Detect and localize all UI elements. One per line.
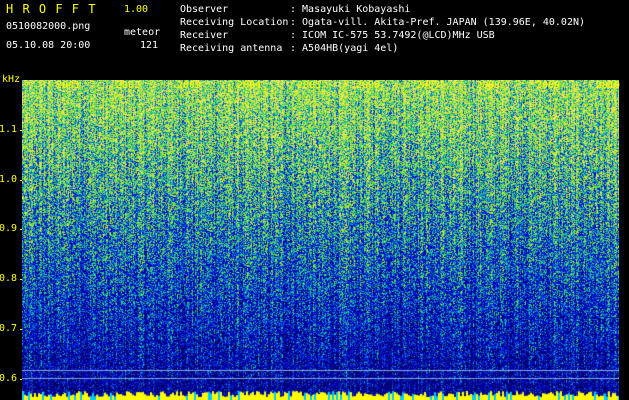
antenna-label: Receiving antenna [180, 43, 283, 54]
app-title: H R O F F T [6, 2, 97, 16]
meteor-count: 121 [140, 40, 159, 51]
x-year-label: 2008 [476, 80, 501, 91]
x-year-label: 2002 [116, 80, 141, 91]
y-tick-label: 0.7 [0, 323, 17, 334]
y-unit-label: kHz [2, 74, 21, 85]
x-year-label: 2004 [237, 80, 262, 91]
antenna-value: : A504HB(yagi 4el) [290, 43, 399, 54]
x-year-label: 2003 [177, 80, 202, 91]
observer-label: Observer [180, 4, 229, 15]
receiver-label: Receiver [180, 30, 229, 41]
location-label: Receiving Location [180, 17, 289, 28]
receiver-value: : ICOM IC-575 53.7492(@LCD)MHz USB [290, 30, 495, 41]
location-value: : Ogata-vill. Akita-Pref. JAPAN (139.96E… [290, 17, 586, 28]
y-tick-label: 1.0 [0, 174, 17, 185]
x-year-label: 2006 [356, 80, 381, 91]
x-year-label: 2009 [536, 80, 561, 91]
observer-value: : Masayuki Kobayashi [290, 4, 411, 15]
y-tick-label: 0.9 [0, 223, 17, 234]
datetime-label: 05.10.08 20:00 [6, 40, 91, 51]
y-tick-label: 0.6 [0, 373, 17, 384]
x-year-label: 2010 [596, 80, 621, 91]
x-year-label: 2001 [56, 80, 81, 91]
x-year-label: 2007 [416, 80, 441, 91]
waterfall-spectrogram [22, 80, 619, 400]
filename-label: 0510082000.png [6, 21, 91, 32]
y-tick-label: 1.1 [0, 124, 17, 135]
meteor-label: meteor [124, 27, 161, 38]
x-year-label: 2005 [297, 80, 322, 91]
y-tick-label: 0.8 [0, 273, 17, 284]
app-version: 1.00 [124, 4, 149, 15]
